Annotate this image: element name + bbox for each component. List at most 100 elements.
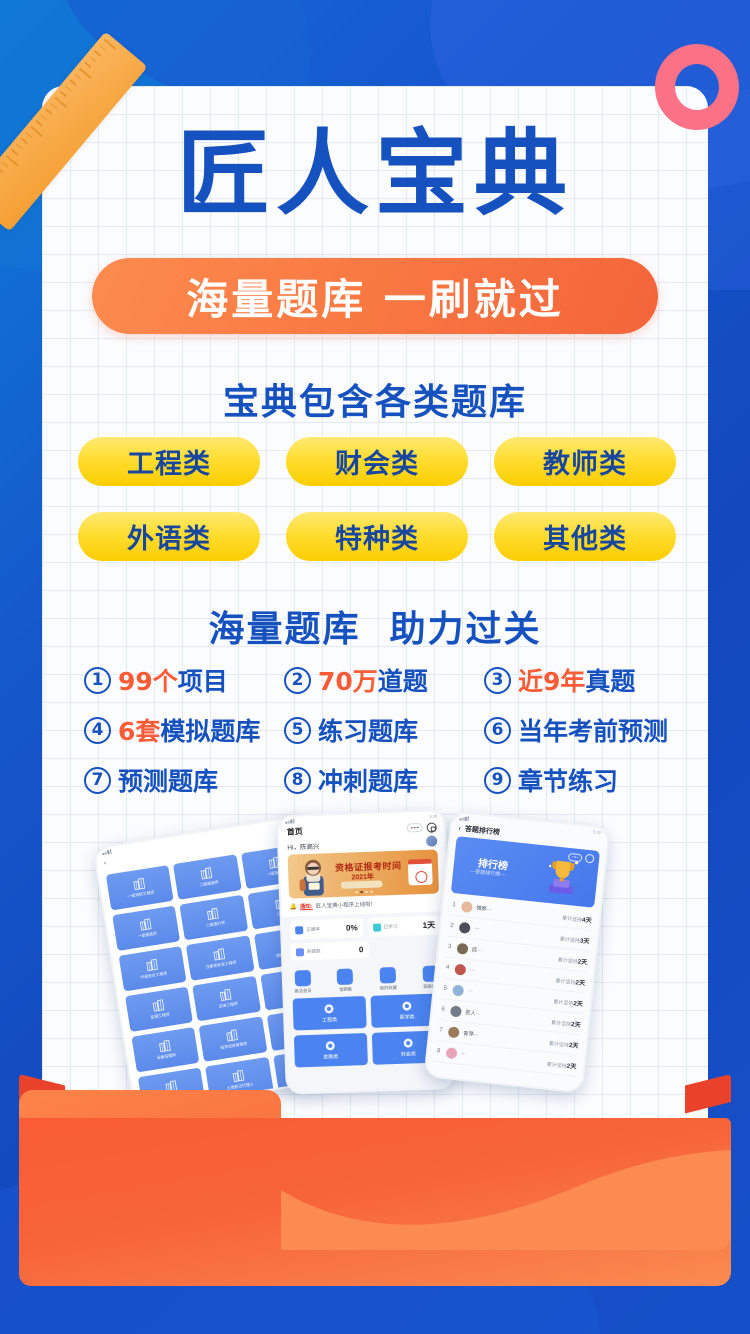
category-pill-list: 工程类 财会类 教师类外语类 特种类 其他类: [78, 437, 676, 561]
phone3-rank-days-label: 累计坚持: [557, 956, 578, 965]
phone2-stat-card: 正确率 0%: [289, 918, 363, 940]
category-pill-4[interactable]: 外语类: [78, 512, 260, 561]
target-icon[interactable]: [426, 821, 437, 833]
feature-item-7: 7 预测题库: [84, 755, 284, 805]
phone3-rank-days-value: 3天: [579, 937, 590, 946]
circle-ring-icon: [655, 44, 739, 130]
building-icon: [213, 948, 226, 961]
feature-highlight: 6套: [118, 717, 161, 746]
phone1-subject-label: 二级造价师: [204, 920, 225, 928]
phone2-notice-key: 通知:: [299, 903, 313, 911]
category-pill-2[interactable]: 财会类: [286, 437, 468, 486]
feature-item-1: 1 99个项目: [84, 655, 284, 705]
phone3-rank-number: 3: [447, 943, 452, 951]
more-icon[interactable]: [406, 822, 423, 833]
category-pill-3[interactable]: 教师类: [494, 437, 676, 486]
building-icon: [152, 999, 165, 1012]
phone1-subject-tile[interactable]: 二级造价师: [179, 894, 248, 941]
phone2-greeting: Hi，陈高兴: [287, 843, 320, 852]
features-heading-pre: 海量题库: [208, 609, 361, 650]
phone3-rank-days-label: 累计坚持: [548, 1040, 570, 1049]
feature-number-badge: 8: [284, 766, 311, 794]
phone3-rank-name: ···: [473, 925, 480, 932]
phone1-subject-tile[interactable]: 中级安全工程师: [118, 946, 187, 992]
accounting-icon: [403, 1038, 413, 1048]
phone2-quick-action[interactable]: 错题集: [336, 968, 354, 993]
phone3-rank-days: 累计坚持3天: [560, 933, 590, 945]
phone3-rank-days: 累计坚持2天: [549, 1037, 579, 1049]
features-heading-gap: [360, 609, 389, 650]
phone2-promo-banner[interactable]: 资格证报考时间 2021年: [287, 849, 439, 899]
feature-item-3: 3 近9年真题: [484, 655, 684, 705]
phone3-rank-days-value: 2天: [577, 957, 588, 966]
signal-icon: [459, 815, 469, 822]
phone3-rank-number: 6: [441, 1006, 446, 1013]
target-icon[interactable]: [584, 853, 595, 864]
phone1-subject-tile[interactable]: 注册核安全工程师: [186, 935, 255, 981]
medical-icon: [402, 1001, 412, 1011]
building-icon: [201, 867, 213, 880]
chevron-left-icon[interactable]: ‹: [458, 825, 461, 832]
feature-number-badge: 4: [84, 716, 111, 744]
phone2-category-tile[interactable]: 工程类: [292, 996, 367, 1031]
feature-number-badge: 2: [284, 666, 311, 694]
phone2-category-label: 工程类: [321, 1017, 338, 1024]
poster-canvas: 匠人宝典 海量题库 一刷就过 宝典包含各类题库 工程类 财会类 教师类 外语类 特种类其…: [0, 0, 750, 1334]
feature-highlight: 近9年: [518, 667, 586, 696]
phone1-subject-label: 一级消防工程师: [127, 889, 155, 899]
feature-item-9: 9 章节练习: [484, 755, 684, 805]
phone1-subject-tile[interactable]: 一级建造师: [112, 905, 181, 951]
phone2-stat-value: 0: [358, 945, 364, 955]
stat-icon: [372, 922, 381, 932]
phone2-banner-dots[interactable]: [355, 890, 373, 894]
phone1-subject-tile[interactable]: 咨询工程师: [192, 975, 261, 1022]
category-pill-1[interactable]: 工程类: [78, 437, 260, 486]
building-icon: [220, 988, 233, 1001]
feature-number-badge: 3: [484, 666, 511, 694]
feature-item-5: 5 练习题库: [284, 705, 484, 755]
chevron-left-icon[interactable]: ‹: [103, 860, 106, 867]
phone2-banner-subpill: [340, 880, 383, 889]
phone3-rank-days-label: 累计坚持: [561, 915, 583, 924]
feature-number-badge: 5: [284, 716, 311, 744]
building-icon: [146, 958, 159, 972]
feature-list: 1 99个项目 2 70万道题 3 近9年真题 4 6套模拟题库 5 练习题库 6 当年考前预测 7 预测…: [84, 655, 684, 805]
phone2-quick-action[interactable]: 激活会员: [294, 969, 312, 995]
phone2-stat-value: 0%: [345, 923, 358, 933]
phone2-stat-value: 1天: [422, 920, 436, 931]
phone3-rank-days: 累计坚持2天: [553, 996, 583, 1008]
phone3-rank-number: 2: [449, 922, 454, 930]
stat-icon: [295, 947, 305, 956]
phone3-rank-name: ···: [467, 988, 474, 995]
phone1-subject-tile[interactable]: 二级建造师: [173, 854, 242, 900]
category-pill-6[interactable]: 其他类: [494, 512, 676, 561]
features-heading: 海量题库 助力过关: [0, 600, 750, 652]
category-pill-5[interactable]: 特种类: [286, 512, 468, 561]
feature-label: 6套模拟题库: [118, 717, 261, 746]
phone3-rank-days-label: 累计坚持: [559, 935, 581, 944]
feature-number-badge: 1: [84, 666, 111, 694]
feature-number-badge: 9: [484, 766, 511, 794]
page-title: 匠人宝典: [177, 120, 573, 228]
phone2-quick-label: 我的收藏: [379, 984, 397, 991]
phone2-quick-label: 激活会员: [294, 987, 312, 994]
features-heading-highlight: 海量题库: [205, 600, 364, 652]
phone3-rank-number: 7: [438, 1027, 443, 1034]
favorite-icon: [379, 966, 397, 984]
phone3-rank-days-label: 累计坚持: [550, 1019, 572, 1028]
phone2-quick-action[interactable]: 我的收藏: [379, 966, 397, 992]
feature-label: 当年考前预测: [518, 717, 669, 746]
phone1-subject-tile[interactable]: 监理工程师: [125, 986, 194, 1032]
phone2-status-time: 5:38: [429, 813, 438, 819]
phone2-stat-card: 已学习 1天: [367, 915, 441, 937]
slogan-banner: 海量题库 一刷就过: [92, 258, 658, 334]
calendar-icon: [407, 858, 433, 886]
phone1-subject-label: 一级建造师: [137, 930, 158, 939]
phone2-capsule-menu[interactable]: [406, 821, 437, 833]
avatar[interactable]: [425, 835, 438, 847]
feature-label: 章节练习: [518, 767, 619, 796]
phone1-subject-tile[interactable]: 一级消防工程师: [105, 865, 174, 911]
avatar: [452, 984, 465, 997]
phone2-quick-label: 错题集: [339, 986, 353, 992]
avatar: [460, 900, 474, 913]
